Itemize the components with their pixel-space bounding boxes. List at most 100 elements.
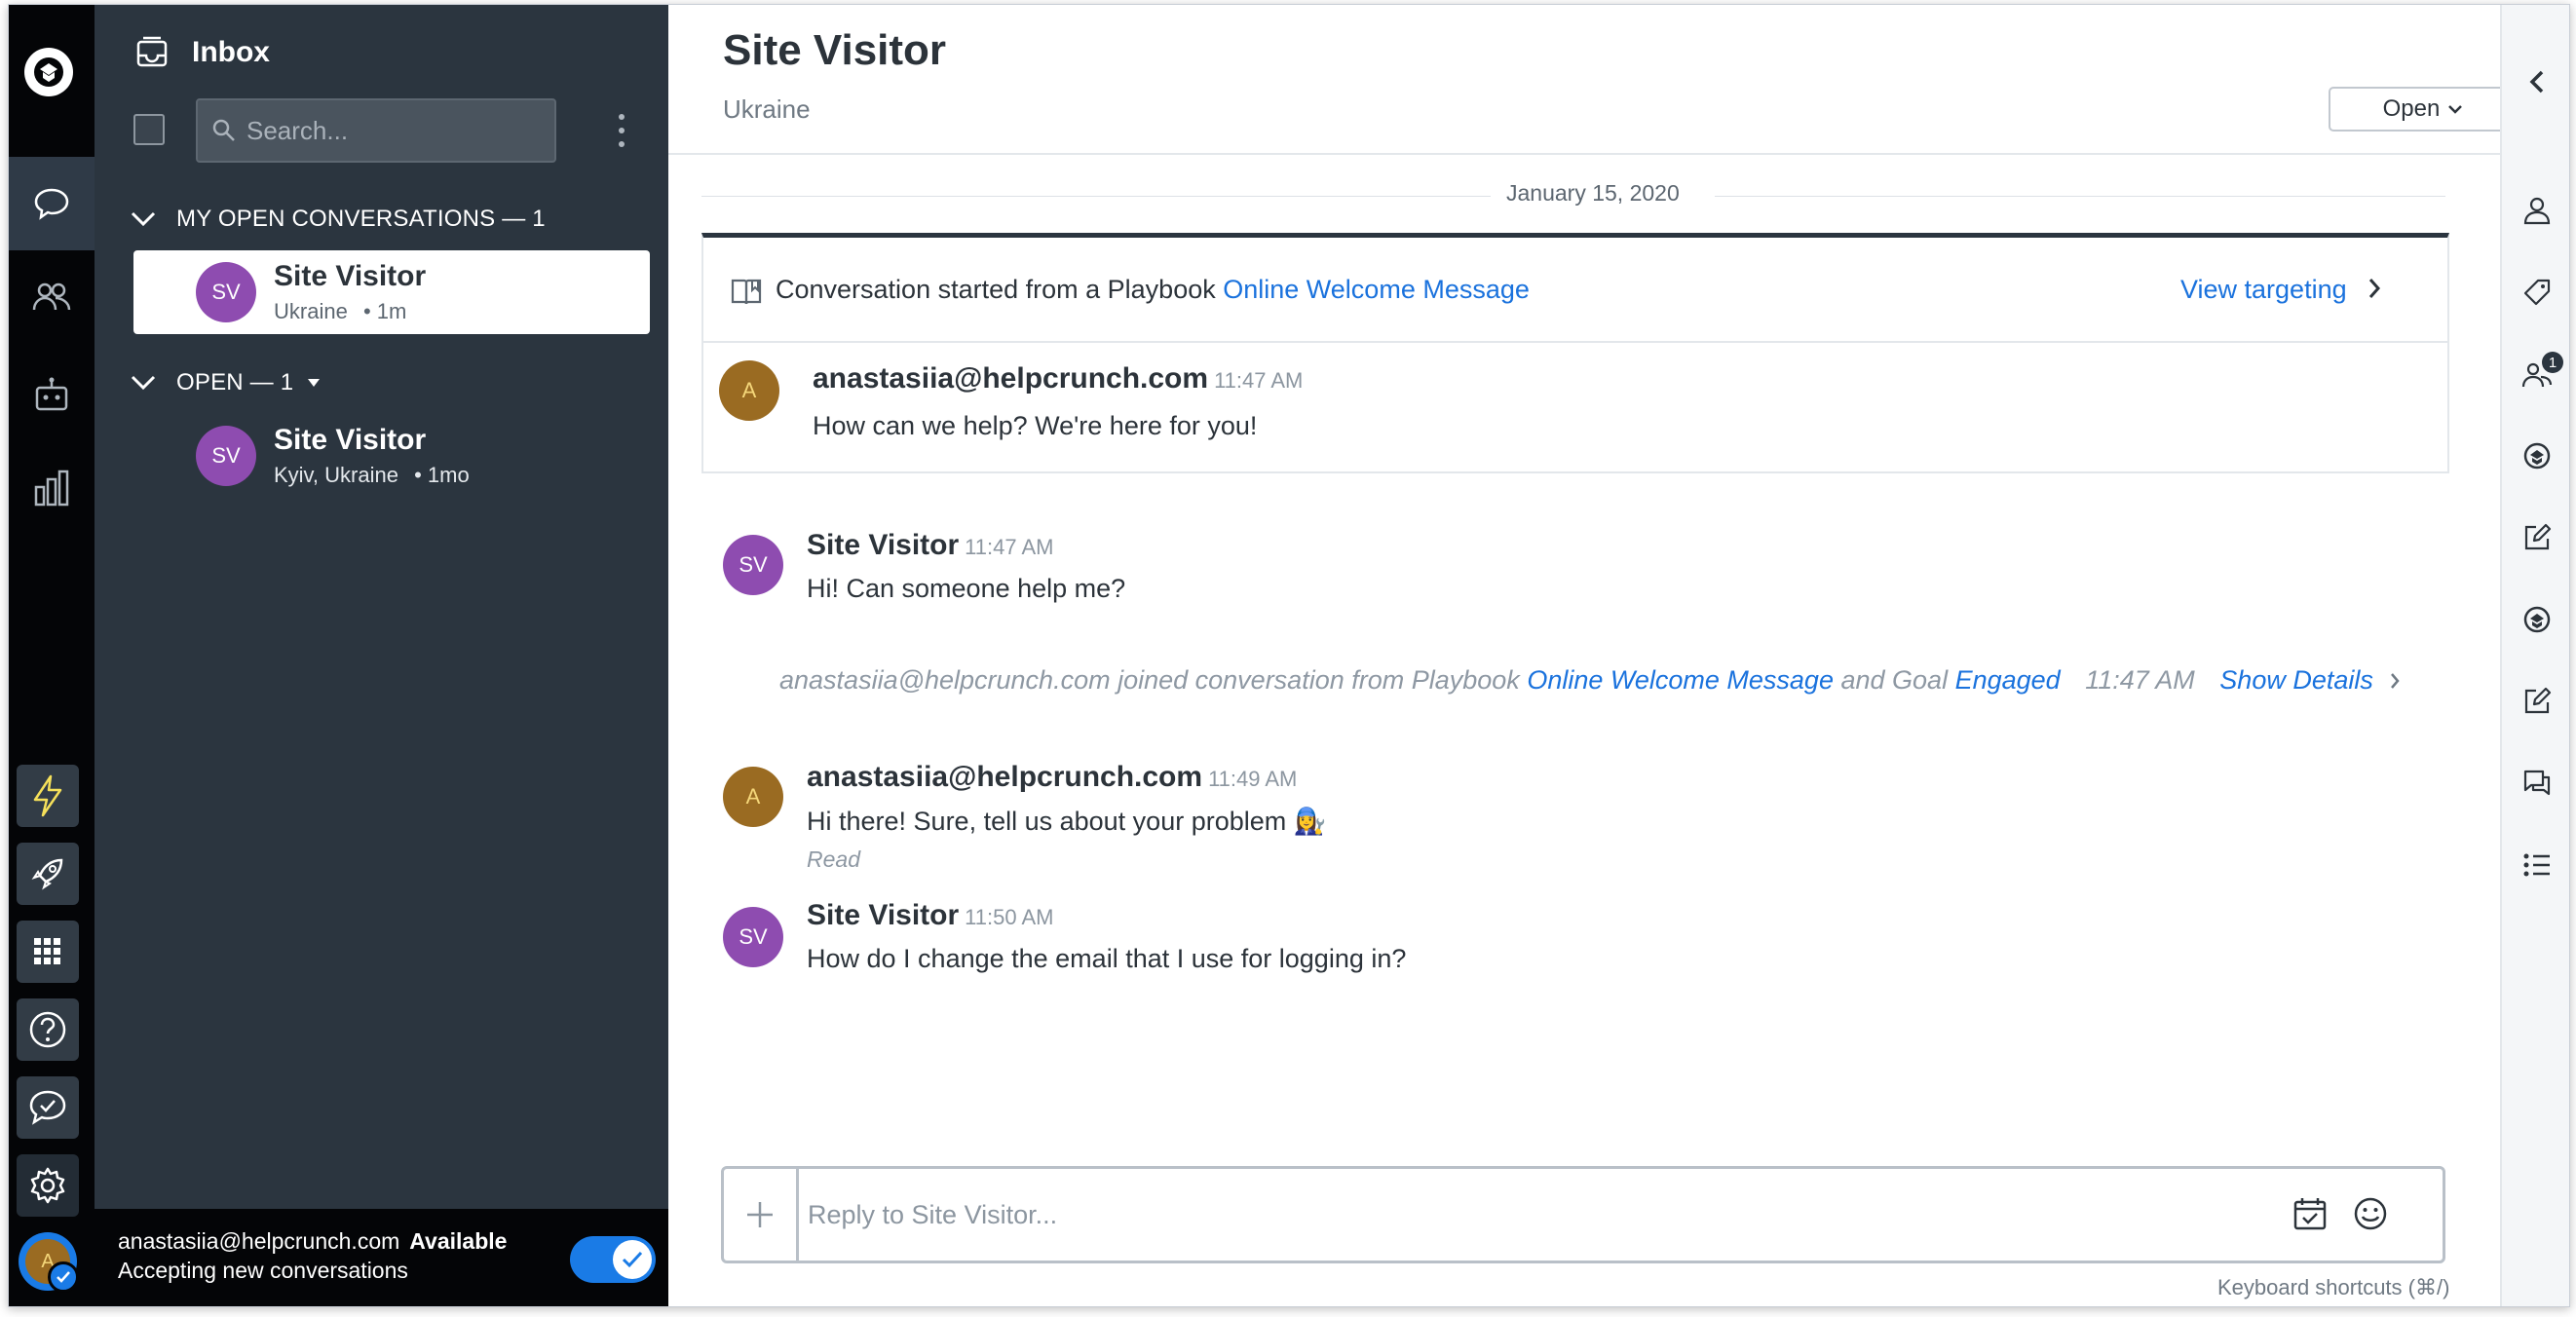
conversation-name: Site Visitor: [274, 424, 427, 456]
right-rail: 1: [2500, 5, 2569, 1306]
avatar: A: [723, 767, 783, 827]
message-time: 11:50 AM: [965, 905, 1054, 929]
avatar: A: [719, 360, 779, 421]
avatar: SV: [723, 907, 783, 967]
nav-bots-icon[interactable]: [9, 348, 95, 441]
message-text: Hi there! Sure, tell us about your probl…: [807, 807, 1327, 836]
help-icon[interactable]: [17, 998, 79, 1061]
message-header: Site Visitor 11:47 AM: [807, 529, 1054, 562]
edit-note-icon[interactable]: [2520, 521, 2554, 554]
nav-contacts-icon[interactable]: [9, 250, 95, 344]
app-window: A Inbox MY OPEN CONVERSATIONS — 1 SV: [8, 4, 2570, 1307]
message-header: Site Visitor 11:50 AM: [807, 899, 1054, 932]
agent-status-line: anastasiia@helpcrunch.com Available: [118, 1228, 507, 1255]
conversation-meta: Kyiv, Ukraine • 1mo: [274, 463, 470, 488]
keyboard-shortcuts-link[interactable]: Keyboard shortcuts (⌘/): [2217, 1275, 2449, 1300]
search-box[interactable]: [196, 98, 556, 163]
playbook-prefix: Conversation started from a Playbook: [776, 275, 1216, 304]
chevron-down-icon: [130, 210, 157, 228]
settings-icon[interactable]: [17, 1154, 79, 1217]
conversation-list-panel: Inbox MY OPEN CONVERSATIONS — 1 SV Site …: [95, 5, 668, 1306]
reply-input[interactable]: [806, 1192, 2232, 1237]
conversation-location: Kyiv, Ukraine: [274, 463, 398, 487]
page-title: Site Visitor: [723, 26, 947, 74]
more-options-icon[interactable]: [617, 114, 626, 147]
message-time: 11:47 AM: [1214, 368, 1304, 393]
book-icon: [731, 277, 762, 306]
playbook-header: Conversation started from a Playbook Onl…: [703, 238, 2447, 343]
message-header: anastasiia@helpcrunch.com 11:49 AM: [807, 761, 1297, 794]
participants-icon[interactable]: 1: [2520, 352, 2563, 391]
section-label: OPEN — 1: [176, 369, 294, 395]
inbox-icon: [135, 36, 169, 74]
calendar-check-icon[interactable]: [2292, 1196, 2328, 1231]
select-all-checkbox[interactable]: [133, 114, 165, 145]
online-check-icon: [48, 1261, 79, 1293]
view-targeting-link[interactable]: View targeting: [2180, 275, 2381, 306]
header-divider: [668, 153, 2500, 155]
avatar: SV: [196, 262, 256, 322]
visitor-location: Ukraine: [723, 94, 811, 124]
app-icon-2[interactable]: [2520, 603, 2554, 636]
playbook-link[interactable]: Online Welcome Message: [1223, 275, 1530, 304]
nav-inbox-icon[interactable]: [9, 157, 95, 250]
tag-icon[interactable]: [2520, 276, 2554, 309]
system-playbook-link[interactable]: Online Welcome Message: [1527, 665, 1834, 695]
conversation-age: • 1m: [362, 299, 407, 323]
availability-toggle[interactable]: [570, 1236, 656, 1283]
message-author: anastasiia@helpcrunch.com: [813, 362, 1209, 395]
conversations-icon[interactable]: [2520, 767, 2554, 800]
section-open[interactable]: OPEN — 1: [130, 369, 321, 396]
section-label: MY OPEN CONVERSATIONS — 1: [176, 206, 546, 232]
search-input[interactable]: [245, 114, 541, 147]
emoji-icon[interactable]: [2353, 1196, 2388, 1231]
message-text: How do I change the email that I use for…: [807, 944, 1407, 973]
plus-icon: [747, 1202, 773, 1227]
show-details-link[interactable]: Show Details: [2219, 665, 2373, 695]
view-targeting-label: View targeting: [2180, 275, 2347, 304]
section-my-open[interactable]: MY OPEN CONVERSATIONS — 1: [130, 206, 546, 233]
system-mid: and Goal: [1840, 665, 1949, 695]
playbook-started-text: Conversation started from a Playbook Onl…: [776, 275, 1530, 305]
inbox-title: Inbox: [192, 36, 270, 68]
message-author: Site Visitor: [807, 899, 960, 931]
message-header: anastasiia@helpcrunch.com 11:47 AM: [813, 362, 1303, 395]
system-event: anastasiia@helpcrunch.com joined convers…: [779, 665, 2401, 696]
agent-status-sub: Accepting new conversations: [118, 1258, 408, 1283]
user-profile-icon[interactable]: [2520, 194, 2554, 227]
avatar: SV: [196, 426, 256, 486]
toggle-check-icon: [613, 1240, 652, 1279]
helpcrunch-logo[interactable]: [24, 48, 73, 96]
conversation-item[interactable]: SV Site Visitor Ukraine • 1m: [133, 250, 650, 334]
playbook-card: Conversation started from a Playbook Onl…: [701, 233, 2449, 473]
date-label: January 15, 2020: [1506, 180, 1680, 206]
conversation-name: Site Visitor: [274, 260, 427, 292]
date-separator: January 15, 2020: [668, 178, 2500, 213]
conversation-meta: Ukraine • 1m: [274, 299, 406, 324]
collapse-chevron-icon[interactable]: [2520, 65, 2554, 98]
agent-email: anastasiia@helpcrunch.com: [118, 1228, 400, 1254]
feedback-icon[interactable]: [17, 1076, 79, 1139]
message-text: How can we help? We're here for you!: [813, 411, 1258, 440]
conversation-item[interactable]: SV Site Visitor Kyiv, Ukraine • 1mo: [133, 414, 650, 498]
list-icon[interactable]: [2520, 848, 2554, 882]
edit-note-icon-2[interactable]: [2520, 685, 2554, 718]
add-attachment-button[interactable]: [724, 1169, 799, 1261]
reply-box: [721, 1166, 2445, 1263]
rocket-icon[interactable]: [17, 843, 79, 905]
lightning-icon[interactable]: [17, 765, 79, 827]
current-user-avatar[interactable]: A: [19, 1232, 79, 1293]
system-goal-link[interactable]: Engaged: [1955, 665, 2061, 695]
message-text: Hi! Can someone help me?: [807, 574, 1126, 603]
nav-reports-icon[interactable]: [9, 441, 95, 535]
message-time: 11:49 AM: [1208, 767, 1298, 791]
apps-grid-icon[interactable]: [17, 921, 79, 983]
conversation-view: Site Visitor Ukraine Open January 15, 20…: [668, 5, 2518, 1306]
caret-down-icon[interactable]: [307, 378, 321, 388]
app-icon[interactable]: [2520, 439, 2554, 472]
chevron-down-icon: [2447, 104, 2463, 115]
status-dropdown-button[interactable]: Open: [2329, 87, 2518, 132]
system-time: 11:47 AM: [2085, 665, 2195, 695]
agent-availability: Available: [409, 1228, 508, 1254]
system-prefix: anastasiia@helpcrunch.com joined convers…: [779, 665, 1520, 695]
